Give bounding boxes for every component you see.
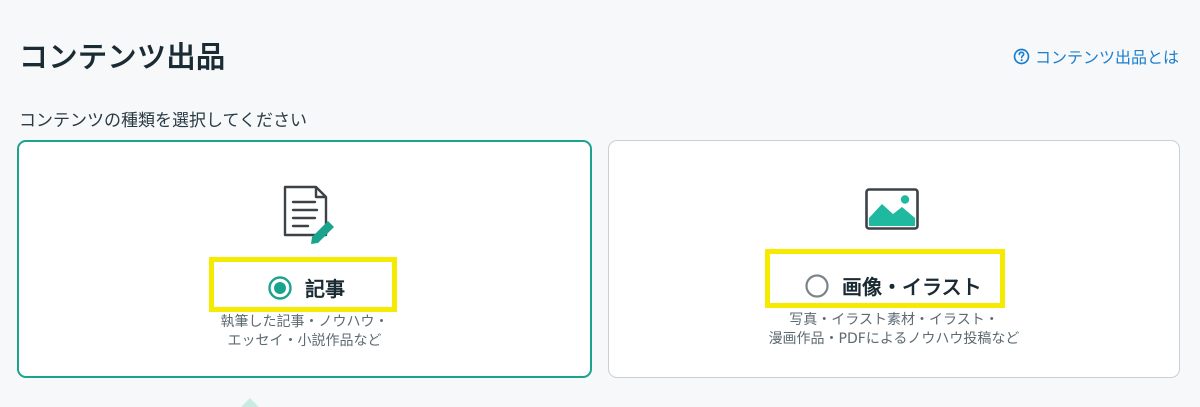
pointer-arrow — [240, 398, 260, 407]
content-type-label: コンテンツの種類を選択してください — [19, 111, 307, 131]
help-link-label: コンテンツ出品とは — [1034, 48, 1179, 67]
option-article[interactable]: 記事 — [268, 273, 345, 302]
option-card-image[interactable]: 画像・イラスト 写真・イラスト素材・イラスト・ 漫画作品・PDFによるノウハウ投… — [608, 140, 1180, 378]
help-link[interactable]: コンテンツ出品とは — [1013, 44, 1179, 68]
option-article-label: 記事 — [305, 277, 345, 301]
description-line: エッセイ・小説作品など — [227, 333, 382, 349]
description-line: 写真・イラスト素材・イラスト・ — [789, 312, 999, 328]
option-article-description: 執筆した記事・ノウハウ・ エッセイ・小説作品など — [19, 313, 590, 351]
content-listing-page: コンテンツ出品 コンテンツ出品とは コンテンツの種類を選択してください 記事 執… — [0, 0, 1200, 407]
option-image[interactable]: 画像・イラスト — [805, 271, 982, 300]
option-image-description: 写真・イラスト素材・イラスト・ 漫画作品・PDFによるノウハウ投稿など — [609, 311, 1179, 349]
question-circle-icon — [1013, 48, 1030, 64]
radio-selected-icon[interactable] — [268, 275, 292, 300]
page-title: コンテンツ出品 — [19, 40, 226, 74]
option-card-article[interactable]: 記事 執筆した記事・ノウハウ・ エッセイ・小説作品など — [17, 140, 592, 378]
description-line: 漫画作品・PDFによるノウハウ投稿など — [768, 331, 1020, 347]
radio-unselected-icon[interactable] — [805, 273, 829, 298]
description-line: 執筆した記事・ノウハウ・ — [220, 314, 389, 330]
option-image-label: 画像・イラスト — [842, 275, 982, 299]
image-icon — [865, 188, 919, 230]
document-edit-icon — [283, 185, 334, 244]
